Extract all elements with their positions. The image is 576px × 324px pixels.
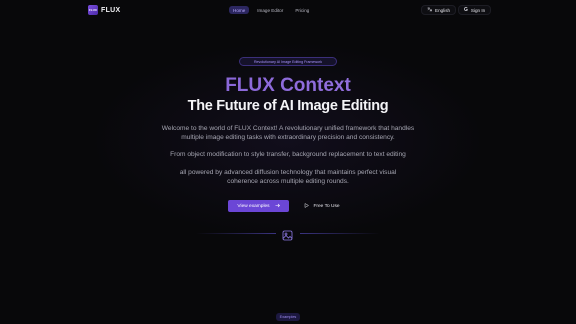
hero-paragraph-intro: Welcome to the world of FLUX Context! A … — [161, 125, 415, 141]
hero-title: FLUX Context — [0, 75, 576, 97]
language-label: English — [435, 7, 451, 13]
divider-right — [300, 233, 380, 234]
free-to-use-button[interactable]: Free To Use — [298, 200, 346, 212]
nav-item-image-editor[interactable]: Image Editor — [253, 6, 287, 14]
view-examples-label: View examples — [237, 203, 270, 209]
hero-paragraph-technology: all powered by advanced diffusion techno… — [179, 169, 397, 185]
top-nav-bar: FLUX FLUX Home Image Editor Pricing Engl… — [0, 0, 576, 20]
logo-mark: FLUX — [88, 5, 98, 15]
arrow-right-icon — [275, 203, 280, 210]
sign-in-button[interactable]: G Sign In — [458, 5, 492, 15]
sign-in-label: Sign In — [470, 7, 486, 13]
play-icon — [304, 202, 310, 210]
translate-icon — [427, 7, 433, 14]
logo-text: FLUX — [101, 6, 121, 14]
divider-left — [196, 233, 276, 234]
language-button[interactable]: English — [421, 5, 457, 15]
logo[interactable]: FLUX FLUX — [88, 5, 120, 15]
google-icon: G — [464, 7, 468, 13]
main-nav: Home Image Editor Pricing — [229, 6, 313, 14]
hero-subtitle: The Future of AI Image Editing — [187, 98, 389, 114]
nav-item-pricing[interactable]: Pricing — [291, 6, 313, 14]
image-icon — [282, 228, 293, 241]
hero-paragraph-features: From object modification to style transf… — [170, 151, 406, 158]
examples-section-tag: Examples — [276, 313, 300, 321]
hero-badge-text: Revolutionary AI Image Editing Framework — [253, 59, 323, 64]
examples-tag-label: Examples — [279, 315, 297, 319]
free-to-use-label: Free To Use — [313, 203, 340, 209]
view-examples-button[interactable]: View examples — [228, 200, 289, 212]
nav-item-home[interactable]: Home — [229, 6, 250, 14]
hero-badge: Revolutionary AI Image Editing Framework — [239, 57, 337, 66]
